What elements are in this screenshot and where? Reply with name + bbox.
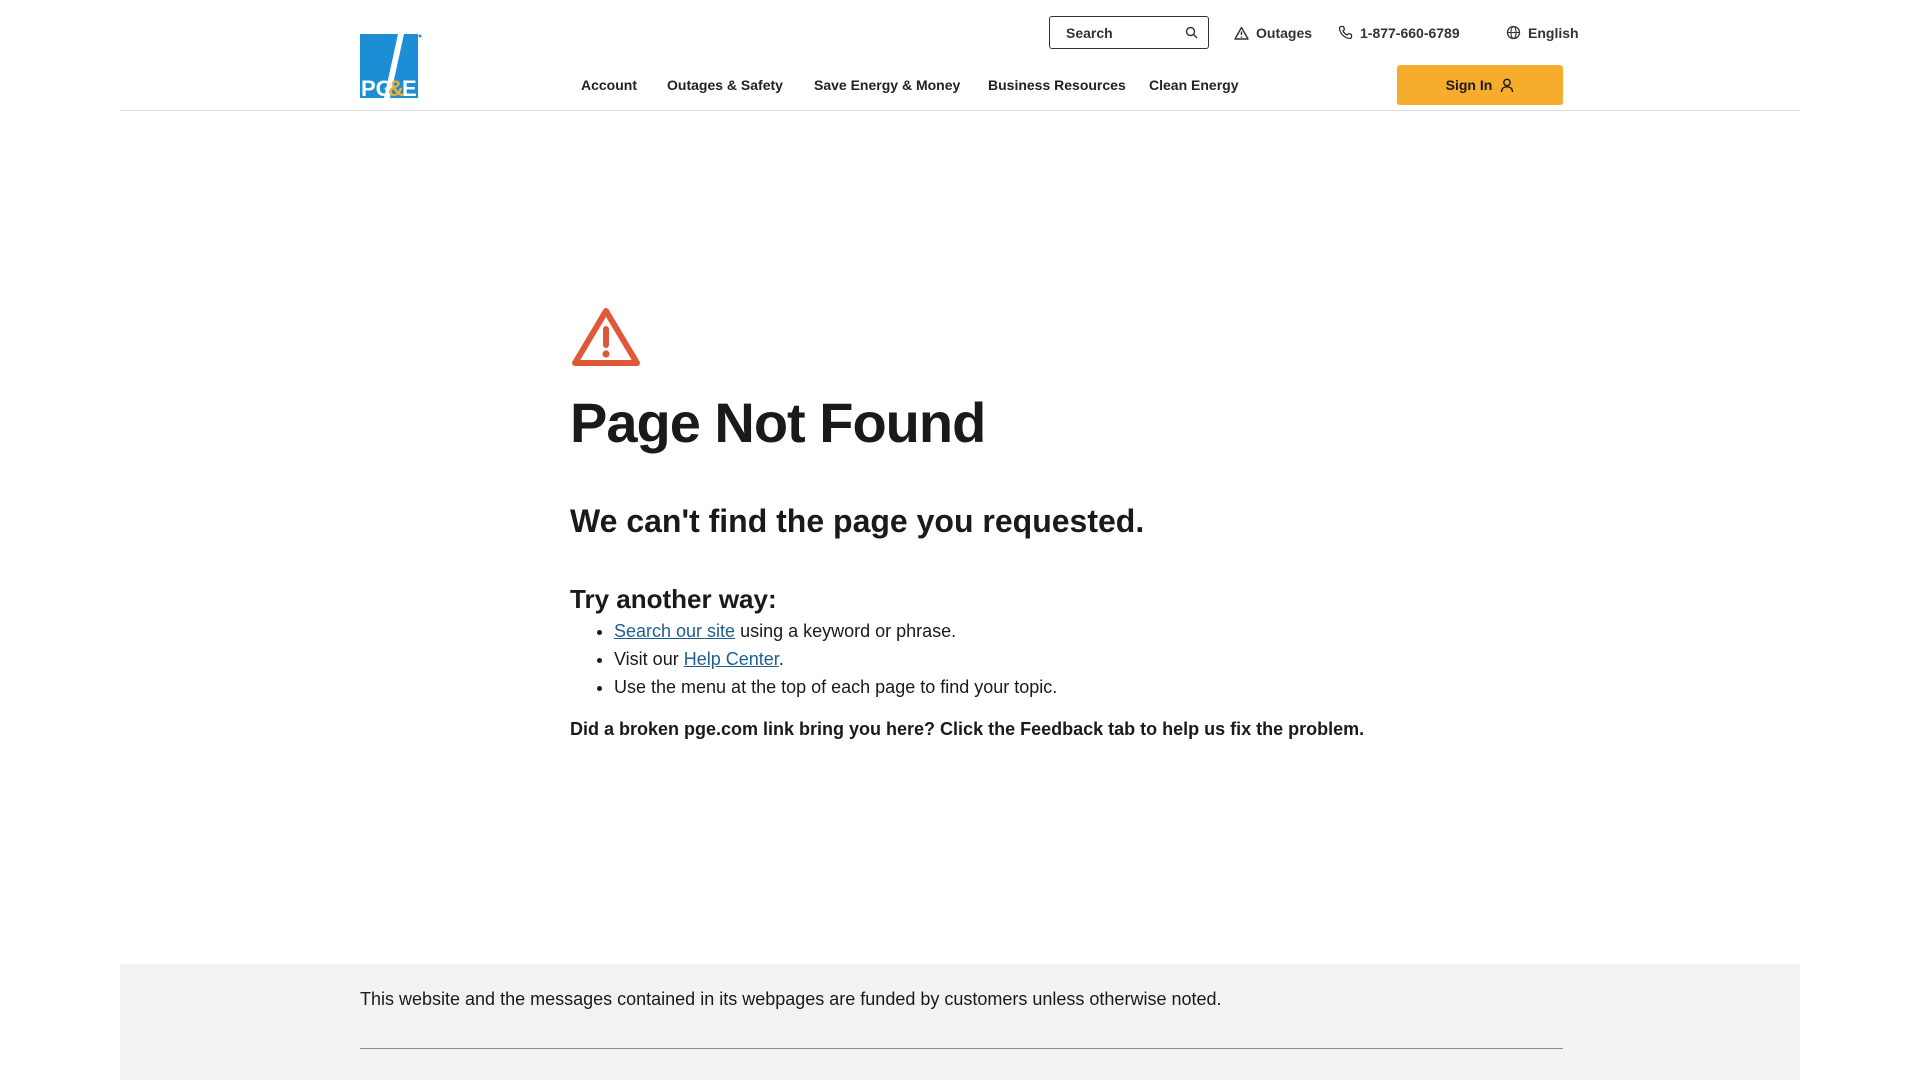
list-item-text: . (778, 649, 784, 669)
list-item: Use the menu at the top of each page to … (614, 673, 1057, 701)
search-input[interactable] (1066, 24, 1176, 41)
phone-link[interactable]: 1-877-660-6789 (1338, 16, 1460, 49)
suggestion-list: Search our site using a keyword or phras… (570, 617, 1057, 701)
help-center-link[interactable]: Help Center (684, 649, 779, 669)
language-label: English (1528, 24, 1579, 41)
phone-label: 1-877-660-6789 (1360, 24, 1460, 41)
list-item: Visit our Help Center. (614, 645, 1057, 673)
footer-disclaimer: This website and the messages contained … (360, 989, 1222, 1009)
site-footer: This website and the messages contained … (120, 964, 1800, 1080)
list-item-prefix: Visit our (614, 649, 684, 669)
svg-text:E: E (402, 76, 417, 98)
phone-icon (1338, 25, 1353, 40)
pge-logo-icon: PG & E (360, 34, 422, 101)
site-header: PG & E Outages 1-877-660-6789 English (120, 0, 1800, 111)
user-icon (1501, 78, 1514, 92)
search-field[interactable] (1049, 16, 1209, 49)
feedback-note: Did a broken pge.com link bring you here… (570, 719, 1365, 739)
page-title: Page Not Found (570, 391, 986, 454)
nav-item-outages-safety[interactable]: Outages & Safety (667, 77, 783, 93)
list-item-text: Use the menu at the top of each page to … (614, 677, 1058, 697)
outages-link[interactable]: Outages (1234, 16, 1312, 49)
nav-item-save-energy-money[interactable]: Save Energy & Money (814, 77, 960, 93)
globe-icon (1506, 25, 1521, 40)
list-item-text: using a keyword or phrase. (735, 621, 957, 641)
page-subtitle: We can't find the page you requested. (570, 503, 1145, 539)
nav-item-business-resources[interactable]: Business Resources (988, 77, 1126, 93)
nav-item-clean-energy[interactable]: Clean Energy (1149, 77, 1238, 93)
pge-logo[interactable]: PG & E (360, 34, 422, 101)
nav-item-account[interactable]: Account (581, 77, 637, 93)
search-icon[interactable] (1185, 26, 1198, 39)
search-our-site-link[interactable]: Search our site (614, 621, 735, 641)
page-shell: PG & E Outages 1-877-660-6789 English (120, 0, 1800, 1080)
warning-triangle-icon (1234, 26, 1249, 40)
sign-in-label: Sign In (1445, 77, 1493, 93)
list-item: Search our site using a keyword or phras… (614, 617, 1057, 645)
try-another-way-heading: Try another way: (570, 584, 777, 614)
language-selector[interactable]: English (1506, 16, 1579, 49)
sign-in-button[interactable]: Sign In (1397, 65, 1563, 105)
footer-divider (360, 1048, 1563, 1049)
outages-label: Outages (1256, 24, 1313, 41)
warning-triangle-icon (572, 308, 640, 366)
